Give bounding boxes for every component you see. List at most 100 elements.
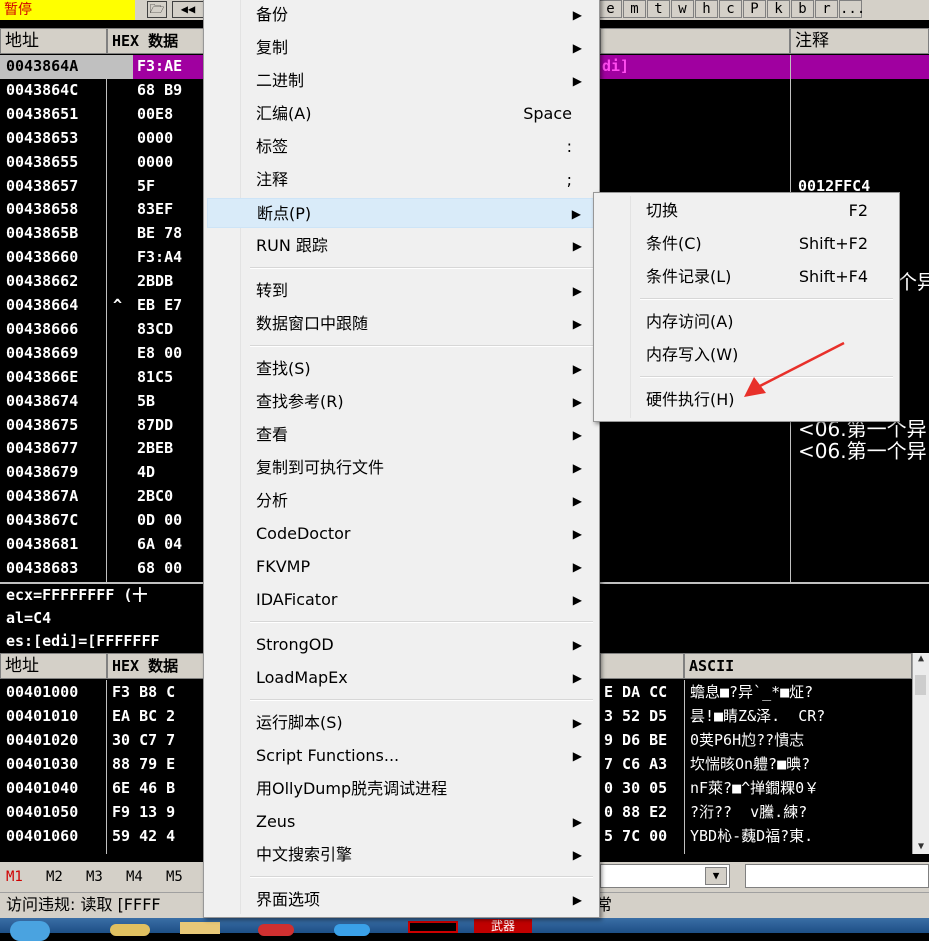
context-menu-item[interactable]: CodeDoctor ▶ [207,519,596,549]
row-address[interactable]: 0043865B [6,222,106,246]
row-hex[interactable]: 68 B9 [137,79,207,103]
context-menu-item[interactable]: FKVMP ▶ [207,552,596,582]
context-menu-item[interactable]: RUN 跟踪 ▶ [207,231,596,261]
memory-marker[interactable]: M5 [166,866,183,888]
dump-header-hex-tail[interactable] [600,653,684,679]
cpu-header-comment[interactable]: 注释 [790,28,929,54]
dump-row-ascii[interactable]: 坎惴晐On軆?■晪? [690,752,910,776]
context-menu-item[interactable]: 标签: [207,132,596,162]
row-hex[interactable]: 0000 [137,151,207,175]
row-address[interactable]: 00438679 [6,461,106,485]
row-address[interactable]: 0043867C [6,509,106,533]
toolbar-letter-button[interactable]: b [791,0,814,18]
row-hex[interactable]: EB E7 [137,294,207,318]
toolbar-letter-button[interactable]: P [743,0,766,18]
dump-row-hex[interactable]: EA BC 2 [112,704,207,728]
dump-header-address[interactable]: 地址 [0,653,107,679]
dump-row-hex[interactable]: 30 C7 7 [112,728,207,752]
context-menu-item[interactable]: 转到 ▶ [207,276,596,306]
dump-row-hex-tail[interactable]: 0 30 05 [604,776,667,800]
dump-row-hex-tail[interactable]: 0 88 E2 [604,800,667,824]
row-address[interactable]: 00438669 [6,342,106,366]
dump-row-address[interactable]: 00401030 [6,752,78,776]
taskbar-folder-icon[interactable] [180,922,220,934]
command-input[interactable] [745,864,929,888]
row-hex[interactable]: 2BDB [137,270,207,294]
dump-row-ascii[interactable]: nF萊?■^掸鐗粿0￥ [690,776,910,800]
row-address[interactable]: 00438664 [6,294,106,318]
row-address[interactable]: 00438681 [6,533,106,557]
row-hex[interactable]: 6A 04 [137,533,207,557]
context-menu-item[interactable]: 数据窗口中跟随 ▶ [207,309,596,339]
submenu-item[interactable]: 切换 F2 [597,196,896,226]
row-address[interactable]: 0043866E [6,366,106,390]
row-address[interactable]: 0043867A [6,485,106,509]
context-menu-item[interactable]: 查找(S) ▶ [207,354,596,384]
row-address[interactable]: 00438660 [6,246,106,270]
dump-row-hex[interactable]: 6E 46 B [112,776,207,800]
memory-marker[interactable]: M4 [126,866,143,888]
row-address[interactable]: 00438683 [6,557,106,581]
context-menu-item[interactable]: IDAFicator ▶ [207,585,596,615]
context-menu-item[interactable]: 查找参考(R) ▶ [207,387,596,417]
context-menu-item[interactable]: 注释; [207,165,596,195]
dump-row-address[interactable]: 00401050 [6,800,78,824]
context-menu-item[interactable]: 查看 ▶ [207,420,596,450]
context-menu-item[interactable]: Script Functions... ▶ [207,741,596,771]
dump-row-address[interactable]: 00401040 [6,776,78,800]
context-menu-item[interactable]: 复制到可执行文件 ▶ [207,453,596,483]
row-address[interactable]: 00438677 [6,437,106,461]
dump-row-address[interactable]: 00401060 [6,824,78,848]
context-menu-item[interactable]: 界面选项 ▶ [207,885,596,915]
open-icon[interactable]: 🗁 [147,1,167,18]
context-menu-item[interactable]: 断点(P) ▶ [207,198,596,228]
row-address[interactable]: 00438666 [6,318,106,342]
context-menu-item[interactable]: 复制 ▶ [207,33,596,63]
cpu-header-address[interactable]: 地址 [0,28,107,54]
cpu-header-hex[interactable]: HEX 数据 [107,28,205,54]
context-menu-item[interactable]: 备份 ▶ [207,0,596,30]
toolbar-letter-button[interactable]: c [719,0,742,18]
toolbar-letter-button[interactable]: m [623,0,646,18]
context-menu-item[interactable]: Zeus ▶ [207,807,596,837]
row-address[interactable]: 00438651 [6,103,106,127]
row-address[interactable]: 00438675 [6,414,106,438]
dump-row-hex-tail[interactable]: 5 7C 00 [604,824,667,848]
row-hex[interactable]: BE 78 [137,222,207,246]
row-hex[interactable]: 5F [137,175,207,199]
row-address[interactable]: 00438655 [6,151,106,175]
context-menu-item[interactable]: StrongOD ▶ [207,630,596,660]
start-button-icon[interactable] [10,921,50,941]
memory-marker[interactable]: M1 [6,866,23,888]
dump-row-address[interactable]: 00401000 [6,680,78,704]
row-address[interactable]: 00438653 [6,127,106,151]
toolbar-letter-button[interactable]: e [599,0,622,18]
row-hex[interactable]: 81C5 [137,366,207,390]
memory-marker[interactable]: M2 [46,866,63,888]
dump-row-hex-tail[interactable]: E DA CC [604,680,667,704]
taskbar-app-icon[interactable] [110,924,150,936]
context-menu-item[interactable]: 汇编(A) Space [207,99,596,129]
taskbar-app-icon[interactable] [334,924,370,936]
toolbar-letter-button[interactable]: h [695,0,718,18]
taskbar-button[interactable]: 武器 [474,919,532,933]
row-hex[interactable]: 2BEB [137,437,207,461]
row-hex[interactable]: 5B [137,390,207,414]
dump-row-hex[interactable]: F9 13 9 [112,800,207,824]
toolbar-letter-button[interactable]: t [647,0,670,18]
row-hex[interactable]: 00E8 [137,103,207,127]
dump-row-address[interactable]: 00401020 [6,728,78,752]
dump-row-ascii[interactable]: ?洐?? v黱.練? [690,800,910,824]
dump-row-ascii[interactable]: YBD杺-蘶D福?東. [690,824,910,848]
dump-row-hex[interactable]: F3 B8 C [112,680,207,704]
dump-scrollbar[interactable]: ▲ ▼ [912,653,929,854]
taskbar-app-icon[interactable] [408,921,458,933]
scroll-up-icon[interactable]: ▲ [913,653,929,664]
context-menu-item[interactable]: LoadMapEx ▶ [207,663,596,693]
row-hex[interactable]: 4D [137,461,207,485]
rewind-icon[interactable]: ◀◀ [172,1,204,18]
dump-row-ascii[interactable]: 0荚P6H尥??憒志 [690,728,910,752]
cpu-header-disasm[interactable] [600,28,790,54]
context-menu-item[interactable]: 运行脚本(S) ▶ [207,708,596,738]
row-hex[interactable]: 83CD [137,318,207,342]
